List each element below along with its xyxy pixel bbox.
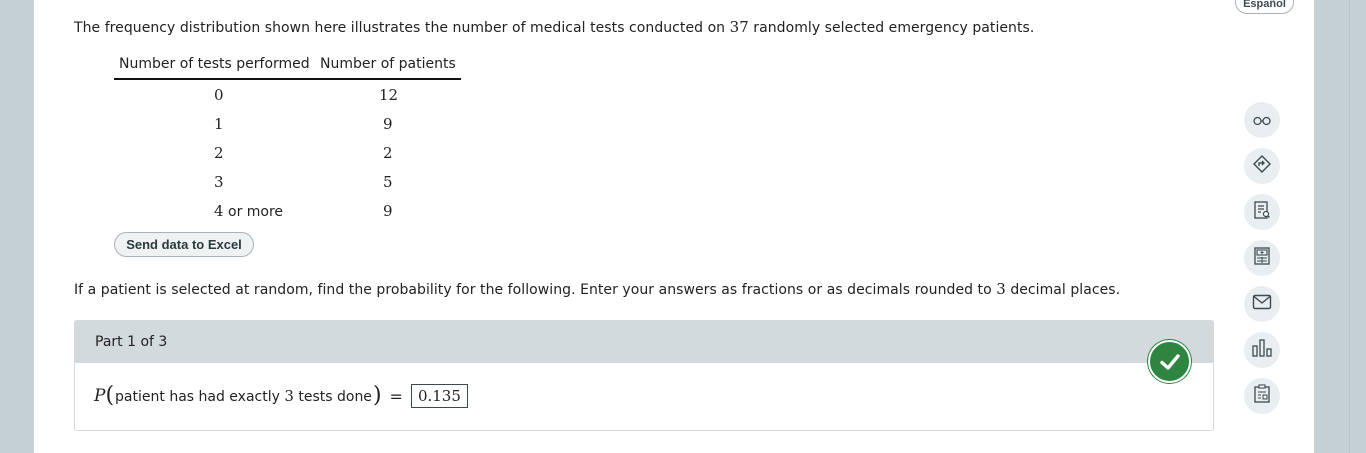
table-divider — [114, 78, 461, 80]
event-text-end: tests done — [293, 389, 372, 405]
correct-check-icon — [1148, 340, 1191, 383]
calculator-icon — [1253, 246, 1271, 270]
compass-button[interactable] — [1244, 148, 1280, 184]
instructions-text-end: decimal places. — [1005, 282, 1121, 298]
table-cell-patients: 9 — [383, 202, 393, 220]
table-cell-tests: 4 or more — [214, 202, 283, 220]
open-paren: ( — [105, 383, 115, 408]
intro-text-end: randomly selected emergency patients. — [748, 20, 1035, 36]
clipboard-icon — [1253, 384, 1271, 408]
close-paren: ) — [372, 383, 382, 408]
notes-button[interactable] — [1244, 194, 1280, 230]
calculator-button[interactable] — [1244, 240, 1280, 276]
mail-button[interactable] — [1244, 286, 1280, 322]
glasses-button[interactable] — [1244, 102, 1280, 138]
glasses-icon — [1253, 111, 1271, 130]
scrollbar[interactable] — [1349, 0, 1366, 453]
table-cell-patients: 12 — [379, 86, 399, 104]
part-panel: Part 1 of 3 — [74, 320, 1214, 431]
instructions-text: If a patient is selected at random, find… — [74, 282, 997, 298]
event-count: 3 — [284, 387, 294, 405]
table-cell-tests: 3 — [214, 173, 224, 191]
table-cell-tests: 2 — [214, 144, 224, 162]
clipboard-button[interactable] — [1244, 378, 1280, 414]
column-header-tests: Number of tests performed — [119, 56, 310, 72]
intro-text: The frequency distribution shown here il… — [74, 20, 730, 36]
chart-button[interactable] — [1244, 332, 1280, 368]
column-header-patients: Number of patients — [320, 56, 456, 72]
answer-input[interactable]: 0.135 — [410, 384, 468, 408]
send-to-excel-button[interactable]: Send data to Excel — [114, 232, 254, 257]
compass-icon — [1252, 154, 1272, 178]
notes-icon — [1253, 200, 1271, 224]
event-description: patient has had exactly 3 tests done — [115, 387, 372, 405]
mail-icon — [1252, 294, 1272, 314]
instructions: If a patient is selected at random, find… — [74, 280, 1120, 298]
chart-icon — [1251, 338, 1273, 362]
table-cell-tests: 0 — [214, 86, 224, 104]
event-text: patient has had exactly — [115, 389, 285, 405]
part-header: Part 1 of 3 — [75, 321, 1213, 363]
patient-count: 37 — [729, 18, 749, 36]
table-cell-patients: 2 — [383, 144, 393, 162]
problem-intro: The frequency distribution shown here il… — [74, 18, 1034, 36]
tests-number: 4 — [214, 202, 224, 220]
probability-symbol: P — [94, 386, 106, 406]
probability-equation: P ( patient has had exactly 3 tests done… — [94, 382, 468, 410]
decimal-places: 3 — [996, 280, 1006, 298]
espanol-button[interactable]: Español — [1235, 0, 1294, 14]
table-cell-tests: 1 — [214, 115, 224, 133]
table-cell-patients: 5 — [383, 173, 393, 191]
table-cell-patients: 9 — [383, 115, 393, 133]
equals-sign: = — [389, 386, 403, 406]
tests-suffix: or more — [223, 204, 284, 220]
part-label: Part 1 of 3 — [95, 334, 168, 350]
